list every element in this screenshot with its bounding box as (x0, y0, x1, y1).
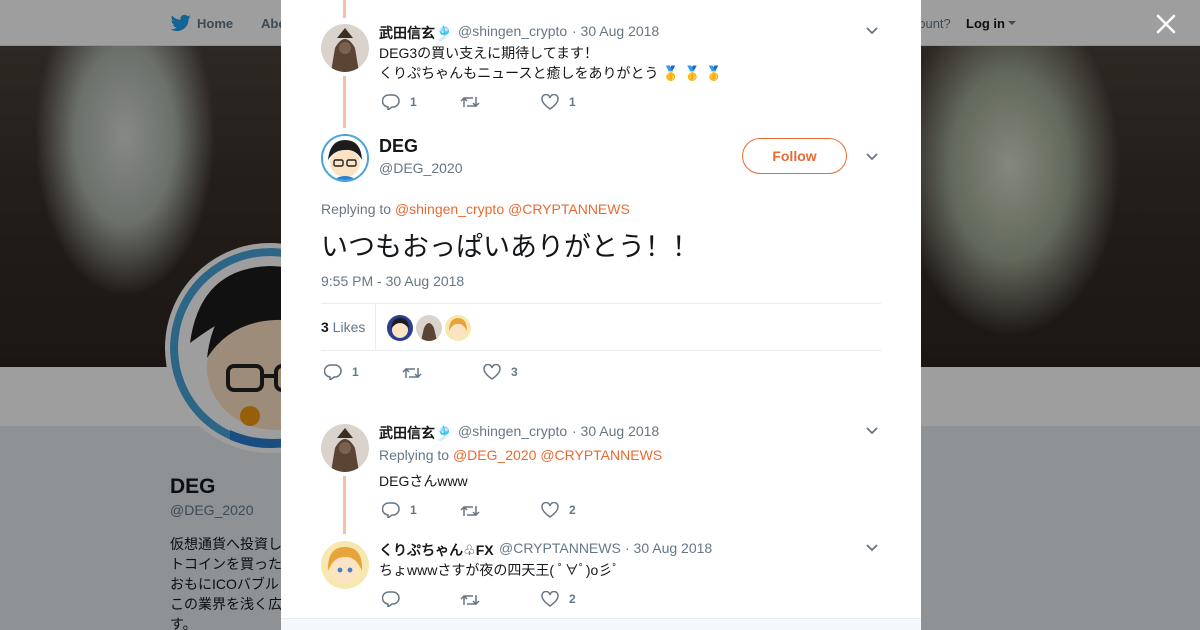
like-action[interactable]: 1 (541, 93, 576, 111)
replying-prefix: Replying to (379, 447, 453, 463)
main-tweet-avatar[interactable] (321, 134, 369, 182)
reply-count: 1 (410, 503, 417, 517)
reply-icon (324, 364, 342, 380)
mention-link[interactable]: @CRYPTANNEWS (540, 447, 662, 463)
tweet-avatar[interactable] (321, 541, 369, 589)
mention-link[interactable]: @DEG_2020 (453, 447, 536, 463)
heart-icon (483, 364, 501, 380)
heart-icon (541, 94, 559, 110)
tweet-date[interactable]: · 30 Aug 2018 (625, 540, 712, 556)
thread-line (343, 476, 346, 534)
tweet-text: DEGさんwww (379, 473, 468, 489)
like-count: 3 (511, 365, 518, 379)
author-name-emoji: 🎐 (435, 425, 453, 441)
replying-prefix: Replying to (321, 201, 395, 217)
replying-to: Replying to @DEG_2020 @CRYPTANNEWS (379, 447, 662, 463)
retweet-action[interactable] (460, 502, 490, 520)
heart-icon (541, 591, 559, 607)
retweet-icon (460, 505, 480, 517)
retweet-action[interactable] (402, 364, 432, 382)
main-tweet-timestamp[interactable]: 9:55 PM - 30 Aug 2018 (321, 273, 464, 289)
thread-line (343, 0, 346, 18)
main-tweet-author-name[interactable]: DEG (379, 136, 418, 157)
author-name-text: 武田信玄 (379, 25, 435, 41)
tweet-text-line: くりぷちゃんもニュースと癒しをありがとう 🥇 🥇 🥇 (379, 63, 722, 83)
liker-avatar[interactable] (387, 315, 413, 341)
liker-avatar[interactable] (416, 315, 442, 341)
chevron-down-icon[interactable] (866, 544, 878, 552)
reply-action[interactable]: 1 (324, 363, 359, 381)
chevron-down-icon[interactable] (866, 427, 878, 435)
main-tweet-author-handle[interactable]: @DEG_2020 (379, 160, 462, 176)
like-count: 2 (569, 592, 576, 606)
tweet-avatar[interactable] (321, 24, 369, 72)
author-name-text: 武田信玄 (379, 425, 435, 441)
tweet-author-name[interactable]: くりぷちゃん♧FX (379, 540, 494, 560)
reply-icon (382, 94, 400, 110)
reply-action[interactable]: 1 (382, 501, 417, 519)
mention-link[interactable]: @CRYPTANNEWS (508, 201, 630, 217)
liker-avatar[interactable] (445, 315, 471, 341)
tweet-modal: 武田信玄🎐 @shingen_crypto · 30 Aug 2018 DEG3… (281, 0, 921, 630)
tweet-text-line: DEG3の買い支えに期待してます！ (379, 45, 599, 61)
like-action[interactable]: 2 (541, 590, 576, 608)
chevron-down-icon[interactable] (866, 27, 878, 35)
reply-icon (382, 591, 400, 607)
like-action[interactable]: 2 (541, 501, 576, 519)
tweet-text-line-body: くりぷちゃんもニュースと癒しをありがとう (379, 65, 659, 81)
thread-line (343, 76, 346, 128)
retweet-action[interactable] (460, 93, 490, 111)
like-count: 1 (569, 95, 576, 109)
likes-stat[interactable]: 3 Likes (321, 319, 365, 335)
reply-icon (382, 502, 400, 518)
heart-icon (541, 502, 559, 518)
chevron-down-icon[interactable] (866, 153, 878, 161)
likes-number: 3 (321, 319, 329, 335)
stats-divider (375, 304, 376, 350)
tweet-author-handle[interactable]: @CRYPTANNEWS (499, 540, 621, 556)
medal-emojis: 🥇 🥇 🥇 (662, 65, 723, 81)
reply-action[interactable] (382, 590, 410, 608)
tweet-author-handle[interactable]: @shingen_crypto (458, 23, 567, 39)
reply-count: 1 (410, 95, 417, 109)
follow-button[interactable]: Follow (742, 138, 847, 174)
tweet-author-name[interactable]: 武田信玄🎐 (379, 423, 452, 443)
tweet-date[interactable]: · 30 Aug 2018 (572, 423, 659, 439)
mention-link[interactable]: @shingen_crypto (395, 201, 504, 217)
reply-count: 1 (352, 365, 359, 379)
author-name-emoji: 🎐 (435, 25, 453, 41)
retweet-icon (402, 367, 422, 379)
replying-to: Replying to @shingen_crypto @CRYPTANNEWS (321, 201, 630, 217)
tweet-avatar[interactable] (321, 424, 369, 472)
tweet-author-name[interactable]: 武田信玄🎐 (379, 23, 452, 43)
retweet-icon (460, 594, 480, 606)
tweet-stats: 3 Likes (321, 303, 881, 351)
tweet-author-handle[interactable]: @shingen_crypto (458, 423, 567, 439)
tweet-text: ちょwwwさすが夜の四天王( ﾟ∀ﾟ)o彡ﾟ (379, 562, 620, 578)
like-count: 2 (569, 503, 576, 517)
close-icon[interactable] (1154, 12, 1178, 36)
modal-footer (281, 618, 921, 630)
reply-action[interactable]: 1 (382, 93, 417, 111)
tweet-date[interactable]: · 30 Aug 2018 (572, 23, 659, 39)
likes-label: Likes (328, 319, 366, 335)
main-tweet-text: いつもおっぱいありがとう！！ (321, 232, 699, 262)
like-action[interactable]: 3 (483, 363, 518, 381)
retweet-action[interactable] (460, 591, 490, 609)
retweet-icon (460, 96, 480, 108)
